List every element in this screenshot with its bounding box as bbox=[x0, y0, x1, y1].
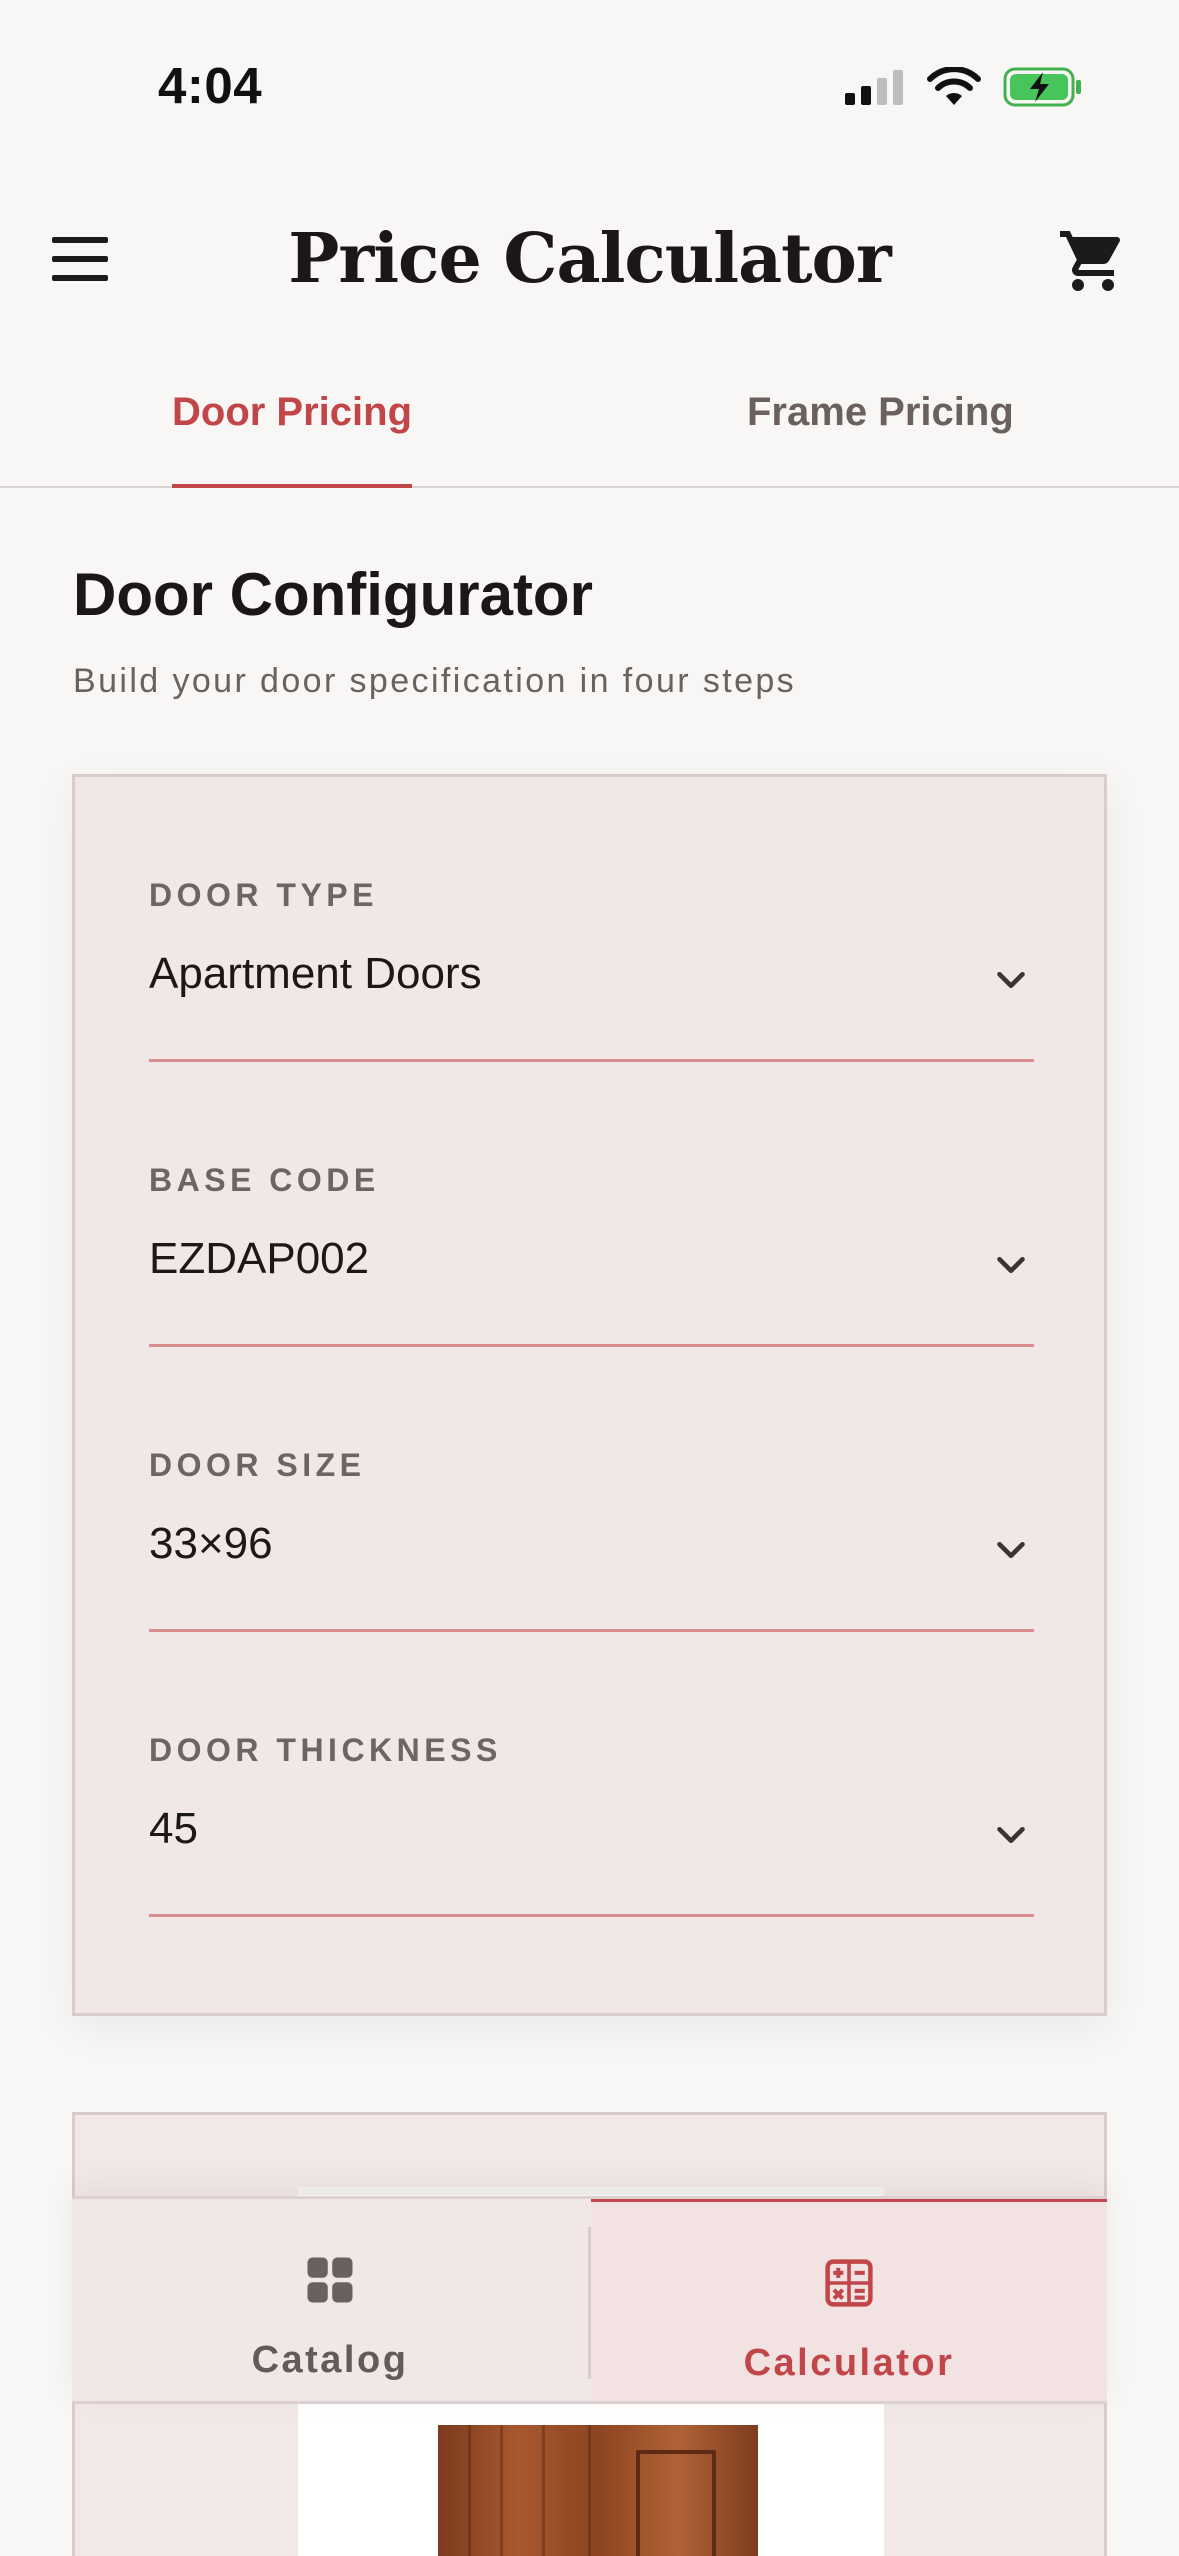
base-code-select[interactable]: BASE CODE EZDAP002 bbox=[149, 1062, 1034, 1347]
configurator-subtitle: Build your door specification in four st… bbox=[73, 662, 797, 700]
door-illustration bbox=[438, 2425, 758, 2556]
signal-icon bbox=[845, 70, 903, 105]
chevron-down-icon bbox=[997, 971, 1025, 989]
nav-calculator[interactable]: Calculator bbox=[591, 2199, 1107, 2401]
tab-frame-pricing[interactable]: Frame Pricing bbox=[747, 390, 1014, 486]
top-app-bar: Price Calculator bbox=[0, 175, 1179, 350]
tab-frame-pricing-label: Frame Pricing bbox=[747, 390, 1014, 434]
status-icons bbox=[843, 62, 1083, 112]
grid-icon bbox=[307, 2257, 353, 2303]
battery-charging-icon bbox=[1003, 67, 1081, 107]
status-time: 4:04 bbox=[158, 57, 263, 114]
tab-door-pricing[interactable]: Door Pricing bbox=[172, 390, 413, 488]
door-thickness-value: 45 bbox=[149, 1804, 198, 1853]
base-code-label: BASE CODE bbox=[149, 1162, 380, 1198]
cart-icon bbox=[1060, 231, 1121, 291]
door-size-select[interactable]: DOOR SIZE 33×96 bbox=[149, 1347, 1034, 1632]
tab-door-pricing-label: Door Pricing bbox=[172, 390, 413, 434]
price-calculator-screen: 4:04 Price Calculator Door Pricing Frame… bbox=[0, 0, 1179, 2556]
chevron-down-icon bbox=[997, 1826, 1025, 1844]
door-size-value: 33×96 bbox=[149, 1519, 273, 1568]
door-config-card: DOOR TYPE Apartment Doors BASE CODE EZDA… bbox=[72, 774, 1107, 2016]
page-title: Price Calculator bbox=[288, 219, 891, 299]
chevron-down-icon bbox=[997, 1256, 1025, 1274]
chevron-down-icon bbox=[997, 1541, 1025, 1559]
door-thickness-label: DOOR THICKNESS bbox=[149, 1732, 502, 1768]
base-code-value: EZDAP002 bbox=[149, 1234, 370, 1283]
active-tab-indicator bbox=[172, 484, 413, 488]
field-underline bbox=[149, 1914, 1034, 1917]
status-bar: 4:04 bbox=[0, 0, 1179, 175]
door-type-label: DOOR TYPE bbox=[149, 877, 378, 913]
nav-calculator-label: Calculator bbox=[743, 2342, 955, 2384]
configurator-title: Door Configurator bbox=[73, 561, 593, 628]
wifi-icon bbox=[927, 67, 981, 105]
pricing-tabs: Door Pricing Frame Pricing bbox=[0, 350, 1179, 488]
door-type-select[interactable]: DOOR TYPE Apartment Doors bbox=[149, 777, 1034, 1062]
nav-catalog-label: Catalog bbox=[251, 2339, 409, 2381]
door-thickness-select[interactable]: DOOR THICKNESS 45 bbox=[149, 1632, 1034, 1917]
calculator-icon bbox=[825, 2259, 873, 2307]
nav-catalog[interactable]: Catalog bbox=[72, 2199, 588, 2401]
bottom-navigation: Catalog Calculator bbox=[72, 2196, 1107, 2404]
door-size-label: DOOR SIZE bbox=[149, 1447, 366, 1483]
cart-button[interactable] bbox=[1057, 225, 1129, 297]
door-type-value: Apartment Doors bbox=[149, 949, 482, 998]
door-panel bbox=[636, 2450, 716, 2556]
